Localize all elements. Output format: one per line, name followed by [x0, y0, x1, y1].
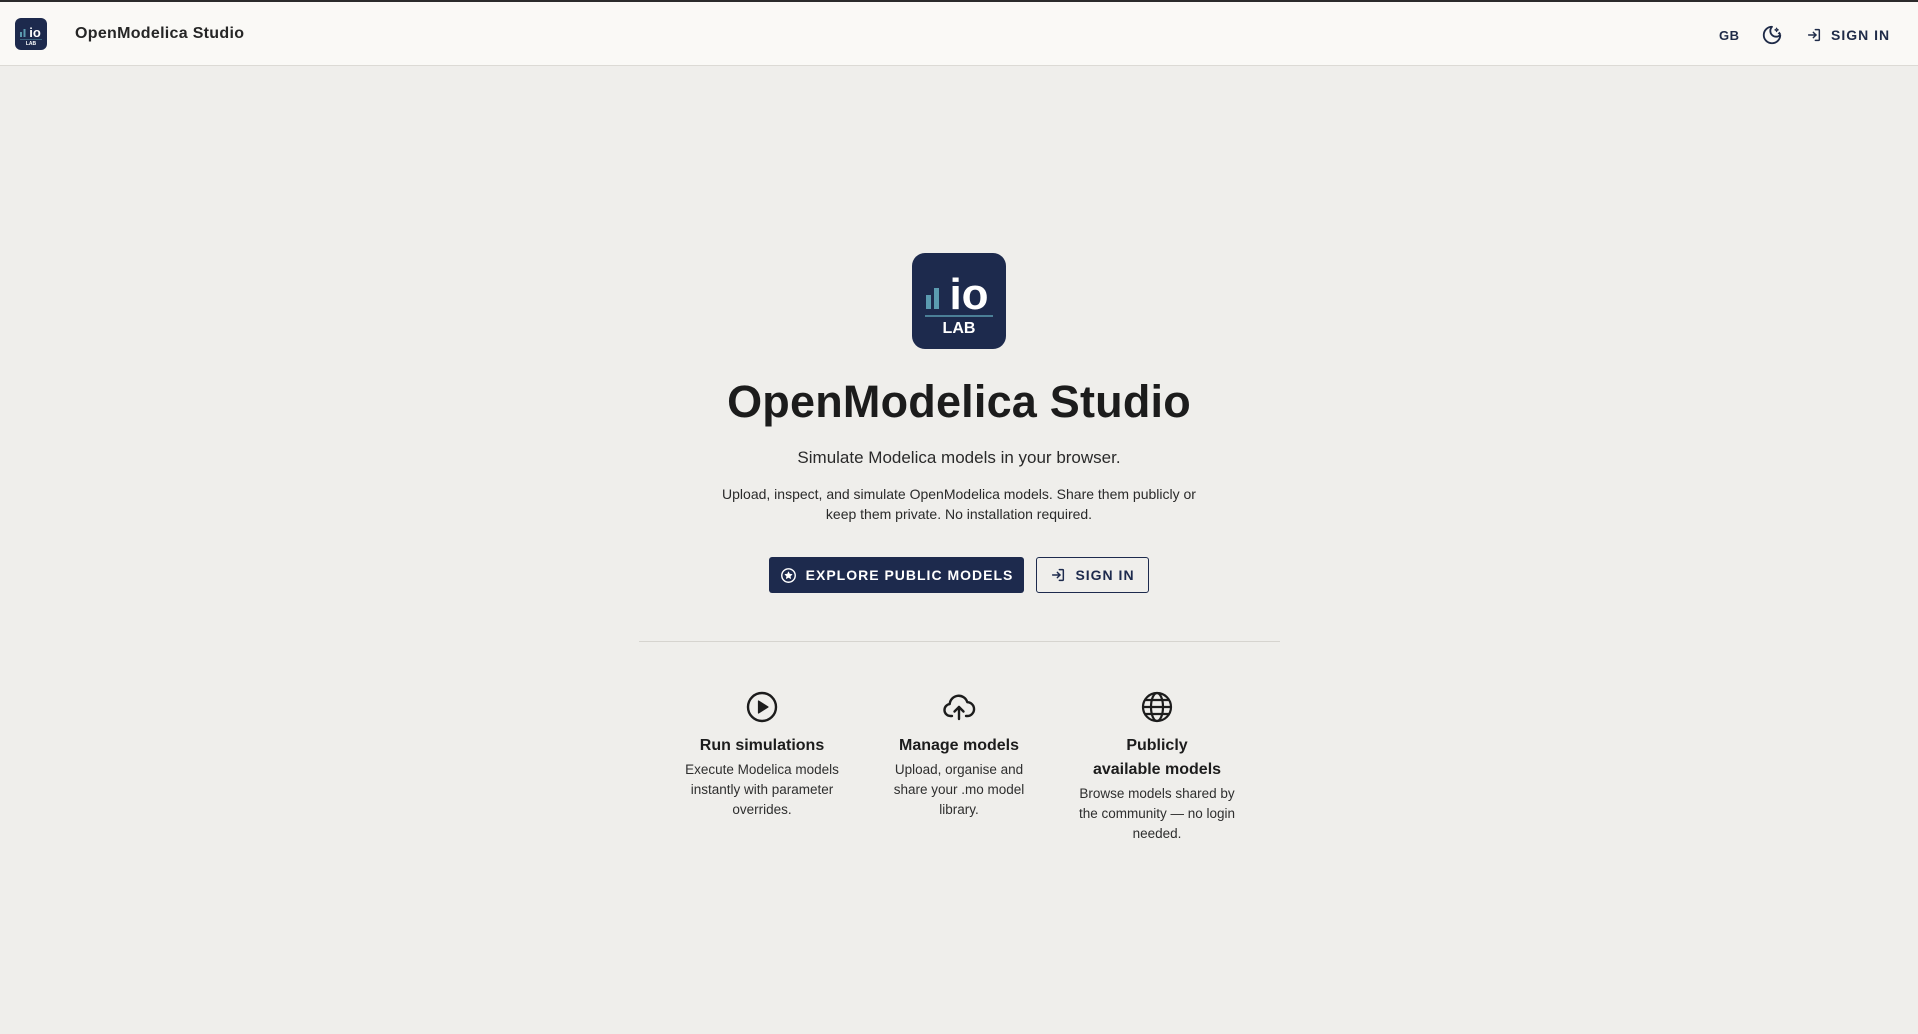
- globe-icon: [1141, 691, 1173, 723]
- language-selector[interactable]: GB: [1719, 28, 1740, 43]
- section-divider: [639, 641, 1280, 642]
- header-signin-label: SIGN IN: [1831, 27, 1891, 43]
- feature-public-models: Publicly available models Browse models …: [1077, 690, 1237, 844]
- feature-description: Browse models shared by the community — …: [1078, 786, 1236, 841]
- hero-signin-button[interactable]: SIGN IN: [1036, 557, 1149, 593]
- app-logo-text: io: [29, 25, 41, 40]
- hero-logo-icon: io LAB: [912, 253, 1006, 349]
- hero-title: OpenModelica Studio: [727, 376, 1191, 427]
- explore-public-models-button[interactable]: EXPLORE PUBLIC MODELS: [769, 557, 1024, 593]
- feature-title: Manage models: [898, 737, 1020, 754]
- app-logo-subtext: LAB: [26, 41, 37, 47]
- hero-logo-subtext: LAB: [943, 320, 976, 337]
- login-icon: [1807, 28, 1821, 42]
- feature-title: Run simulations: [699, 737, 825, 754]
- star-circle-icon: [780, 567, 796, 583]
- feature-run-simulations: Run simulations Execute Modelica models …: [682, 690, 842, 820]
- hero-signin-label: SIGN IN: [1075, 567, 1135, 583]
- hero-tagline: Simulate Modelica models in your browser…: [797, 448, 1121, 467]
- top-bar: io LAB OpenModelica Studio GB SIGN IN: [0, 2, 1918, 66]
- moon-icon[interactable]: [1761, 24, 1783, 46]
- app-title[interactable]: OpenModelica Studio: [75, 25, 244, 43]
- app-logo-icon[interactable]: io LAB: [15, 18, 47, 50]
- feature-description: Upload, organise and share your .mo mode…: [893, 762, 1025, 817]
- explore-button-label: EXPLORE PUBLIC MODELS: [805, 567, 1014, 583]
- cloud-upload-icon: [943, 694, 976, 721]
- feature-title: Publicly available models: [1092, 737, 1222, 778]
- play-circle-icon: [746, 691, 778, 723]
- hero-description: Upload, inspect, and simulate OpenModeli…: [722, 486, 1196, 522]
- feature-description: Execute Modelica models instantly with p…: [685, 762, 839, 817]
- hero-logo-text: io: [949, 270, 988, 319]
- login-icon: [1052, 568, 1065, 582]
- header-signin-button[interactable]: SIGN IN: [1806, 24, 1890, 46]
- feature-manage-models: Manage models Upload, organise and share…: [879, 690, 1039, 820]
